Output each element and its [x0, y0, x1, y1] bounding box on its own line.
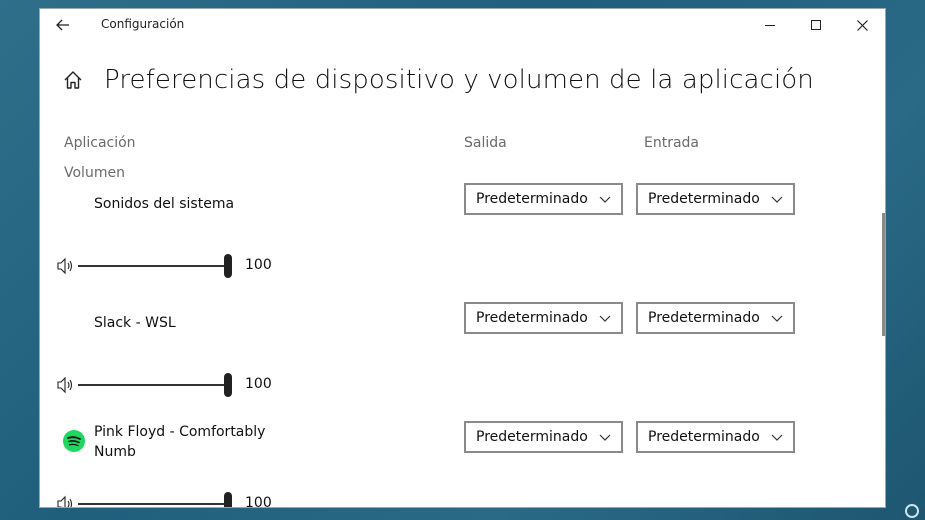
volume-value: 100 — [245, 376, 272, 392]
chevron-down-icon — [771, 315, 783, 322]
desktop-location-icon — [905, 504, 919, 518]
window-title: Configuración — [101, 17, 185, 31]
column-header-volume: Volumen — [64, 165, 125, 181]
output-dropdown[interactable]: Predeterminado — [464, 302, 623, 334]
app-row-slack-wsl: Slack - WSL Predeterminado Predeterminad… — [40, 302, 885, 412]
app-name: Pink Floyd - Comfortably Numb — [94, 424, 266, 460]
app-name: Sonidos del sistema — [94, 196, 235, 212]
output-dropdown[interactable]: Predeterminado — [464, 421, 623, 453]
output-dropdown[interactable]: Predeterminado — [464, 183, 623, 215]
input-dropdown[interactable]: Predeterminado — [636, 302, 795, 334]
column-header-app: Aplicación — [64, 135, 136, 151]
maximize-icon — [811, 20, 821, 30]
settings-window: Configuración Preferencias de dispositiv… — [39, 8, 886, 508]
minimize-button[interactable] — [747, 9, 793, 41]
chevron-down-icon — [599, 434, 611, 441]
volume-slider[interactable] — [78, 384, 230, 386]
speaker-icon[interactable] — [56, 376, 76, 394]
volume-slider[interactable] — [78, 265, 230, 267]
chevron-down-icon — [599, 196, 611, 203]
volume-slider-thumb[interactable] — [224, 492, 232, 507]
output-dropdown-value: Predeterminado — [476, 310, 588, 326]
column-header-input: Entrada — [644, 135, 700, 151]
close-icon — [856, 19, 868, 31]
scrollbar[interactable] — [882, 213, 885, 336]
output-dropdown-value: Predeterminado — [476, 191, 588, 207]
app-name: Slack - WSL — [94, 315, 176, 331]
input-dropdown-value: Predeterminado — [648, 429, 760, 445]
input-dropdown[interactable]: Predeterminado — [636, 183, 795, 215]
volume-value: 100 — [245, 495, 272, 508]
volume-slider-thumb[interactable] — [224, 373, 232, 397]
output-dropdown-value: Predeterminado — [476, 429, 588, 445]
close-button[interactable] — [839, 9, 885, 41]
speaker-icon[interactable] — [56, 257, 76, 275]
volume-value: 100 — [245, 257, 272, 273]
column-header-output: Salida — [464, 135, 507, 151]
home-icon[interactable] — [62, 69, 84, 91]
app-row-system-sounds: Sonidos del sistema Predeterminado Prede… — [40, 183, 885, 293]
chevron-down-icon — [771, 196, 783, 203]
title-bar: Configuración — [40, 9, 885, 41]
input-dropdown-value: Predeterminado — [648, 310, 760, 326]
back-arrow-icon[interactable] — [50, 13, 76, 37]
speaker-icon[interactable] — [56, 495, 76, 508]
volume-slider[interactable] — [78, 503, 230, 505]
app-row-spotify: Pink Floyd - Comfortably Numb Predetermi… — [40, 421, 885, 508]
minimize-icon — [765, 24, 775, 26]
spotify-icon — [62, 429, 86, 453]
input-dropdown-value: Predeterminado — [648, 191, 760, 207]
volume-slider-thumb[interactable] — [224, 254, 232, 278]
maximize-button[interactable] — [793, 9, 839, 41]
chevron-down-icon — [599, 315, 611, 322]
page-title: Preferencias de dispositivo y volumen de… — [104, 65, 814, 95]
input-dropdown[interactable]: Predeterminado — [636, 421, 795, 453]
chevron-down-icon — [771, 434, 783, 441]
